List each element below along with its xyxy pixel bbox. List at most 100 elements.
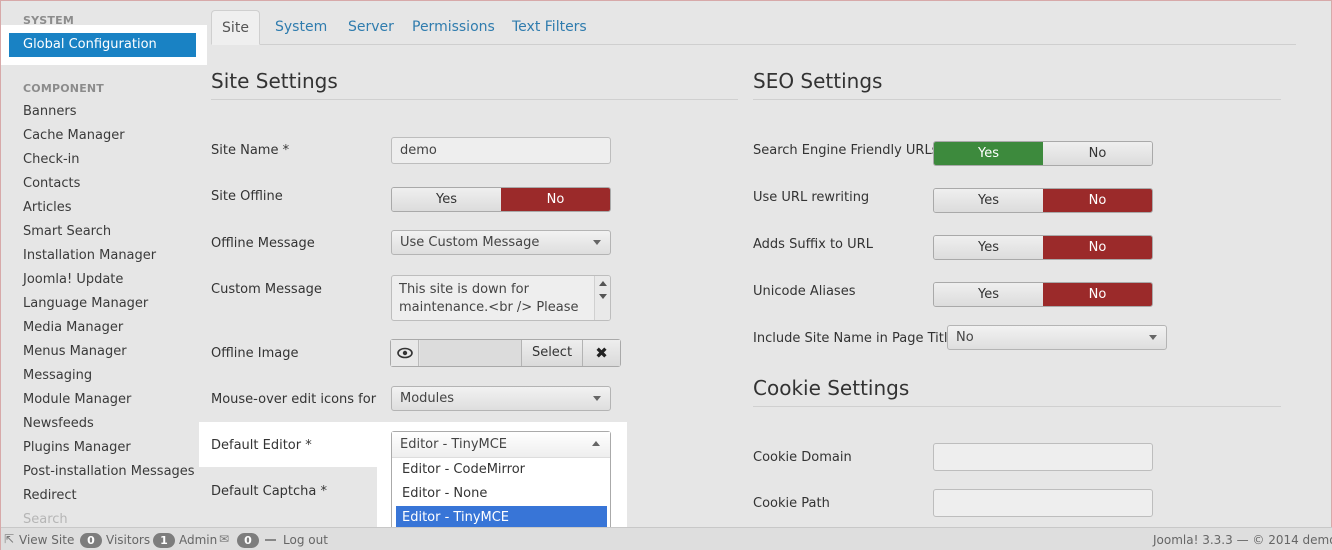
site-name-in-title-label: Include Site Name in Page Titles: [753, 331, 963, 346]
sidebar-item-redirect[interactable]: Redirect: [23, 488, 77, 503]
mouseover-value: Modules: [400, 391, 455, 406]
tab-text-filters[interactable]: Text Filters: [512, 10, 587, 45]
visitors-count-badge: 0: [80, 533, 102, 548]
sidebar-item-banners[interactable]: Banners: [23, 104, 76, 119]
sidebar-item-contacts[interactable]: Contacts: [23, 176, 80, 191]
unicode-aliases-yes[interactable]: Yes: [934, 283, 1043, 306]
offline-image-path: [420, 340, 521, 366]
sidebar-item-menus-manager[interactable]: Menus Manager: [23, 344, 127, 359]
tab-permissions[interactable]: Permissions: [412, 10, 495, 45]
url-rewriting-label: Use URL rewriting: [753, 190, 870, 205]
minus-icon: [265, 539, 276, 541]
sidebar-item-post-installation-messages[interactable]: Post-installation Messages: [23, 464, 195, 479]
sef-urls-toggle[interactable]: Yes No: [933, 141, 1153, 166]
site-offline-toggle[interactable]: Yes No: [391, 187, 611, 212]
unicode-aliases-no[interactable]: No: [1043, 283, 1152, 306]
sef-urls-no[interactable]: No: [1043, 142, 1152, 165]
url-rewriting-toggle[interactable]: Yes No: [933, 188, 1153, 213]
view-site-link[interactable]: View Site: [19, 533, 74, 547]
offline-image-field: Select ✖: [390, 339, 621, 367]
admin-page: SYSTEM Global Configuration COMPONENT Ba…: [0, 0, 1332, 550]
tab-system[interactable]: System: [275, 10, 327, 45]
url-suffix-label: Adds Suffix to URL: [753, 237, 873, 252]
sidebar-item-plugins-manager[interactable]: Plugins Manager: [23, 440, 131, 455]
url-suffix-toggle[interactable]: Yes No: [933, 235, 1153, 260]
sidebar-item-search[interactable]: Search: [23, 512, 68, 527]
url-suffix-yes[interactable]: Yes: [934, 236, 1043, 259]
chevron-up-icon: [592, 441, 600, 446]
sef-urls-label: Search Engine Friendly URLs: [753, 143, 939, 158]
sidebar-item-language-manager[interactable]: Language Manager: [23, 296, 148, 311]
default-captcha-label: Default Captcha *: [211, 484, 328, 499]
cookie-path-label: Cookie Path: [753, 496, 830, 511]
site-name-in-title-value: No: [956, 330, 974, 345]
site-name-label: Site Name *: [211, 143, 290, 158]
messages-count-badge[interactable]: 0: [237, 533, 259, 548]
cookie-settings-title: Cookie Settings: [753, 376, 910, 400]
site-offline-yes[interactable]: Yes: [392, 188, 501, 211]
custom-message-line-1: This site is down for: [399, 282, 529, 297]
sidebar-item-messaging[interactable]: Messaging: [23, 368, 92, 383]
site-name-input[interactable]: demo: [391, 137, 611, 164]
sidebar-item-articles[interactable]: Articles: [23, 200, 71, 215]
tab-site[interactable]: Site: [211, 10, 260, 45]
component-heading: COMPONENT: [23, 82, 105, 95]
offline-image-label: Offline Image: [211, 346, 299, 361]
scroll-up-icon[interactable]: [599, 281, 607, 286]
site-settings-title: Site Settings: [211, 69, 338, 93]
sidebar-item-joomla-update[interactable]: Joomla! Update: [23, 272, 123, 287]
url-rewriting-yes[interactable]: Yes: [934, 189, 1043, 212]
unicode-aliases-label: Unicode Aliases: [753, 284, 856, 299]
editor-option-codemirror[interactable]: Editor - CodeMirror: [396, 458, 607, 482]
unicode-aliases-toggle[interactable]: Yes No: [933, 282, 1153, 307]
clear-image-button[interactable]: ✖: [582, 340, 620, 366]
offline-message-value: Use Custom Message: [400, 235, 540, 250]
admin-label[interactable]: Admin: [179, 533, 217, 547]
sidebar-item-newsfeeds[interactable]: Newsfeeds: [23, 416, 94, 431]
sidebar-item-installation-manager[interactable]: Installation Manager: [23, 248, 156, 263]
scroll-down-icon[interactable]: [599, 294, 607, 299]
envelope-icon: ✉: [219, 532, 230, 546]
seo-settings-rule: [753, 99, 1281, 100]
offline-message-select[interactable]: Use Custom Message: [391, 230, 611, 255]
editor-option-none[interactable]: Editor - None: [396, 482, 607, 506]
visitors-label[interactable]: Visitors: [106, 533, 150, 547]
sidebar-item-media-manager[interactable]: Media Manager: [23, 320, 123, 335]
sidebar-item-module-manager[interactable]: Module Manager: [23, 392, 131, 407]
site-offline-no[interactable]: No: [501, 188, 610, 211]
tab-server[interactable]: Server: [348, 10, 394, 45]
status-bar: ⇱ View Site 0 Visitors 1 Admin ✉ 0 Log o…: [1, 527, 1332, 550]
site-settings-rule: [211, 99, 738, 100]
sidebar-item-check-in[interactable]: Check-in: [23, 152, 80, 167]
default-editor-label: Default Editor *: [211, 438, 312, 453]
url-suffix-no[interactable]: No: [1043, 236, 1152, 259]
close-icon: ✖: [595, 344, 608, 362]
admin-count-badge: 1: [153, 533, 175, 548]
sidebar-item-global-configuration[interactable]: Global Configuration: [9, 33, 196, 57]
cookie-domain-input[interactable]: [933, 443, 1153, 471]
textarea-scrollbar[interactable]: [594, 276, 610, 320]
default-editor-dropdown[interactable]: Editor - TinyMCE Editor - CodeMirror Edi…: [391, 431, 611, 534]
cookie-settings-rule: [753, 406, 1281, 407]
cookie-path-input[interactable]: [933, 489, 1153, 517]
url-rewriting-no[interactable]: No: [1043, 189, 1152, 212]
custom-message-line-2: maintenance.<br /> Please: [399, 300, 579, 315]
offline-message-label: Offline Message: [211, 236, 315, 251]
logout-link[interactable]: Log out: [283, 533, 328, 547]
select-image-button[interactable]: Select: [521, 340, 582, 366]
sidebar-item-smart-search[interactable]: Smart Search: [23, 224, 111, 239]
cookie-domain-label: Cookie Domain: [753, 450, 852, 465]
default-editor-current[interactable]: Editor - TinyMCE: [392, 432, 610, 458]
chevron-down-icon: [593, 240, 601, 245]
site-name-in-title-select[interactable]: No: [947, 325, 1167, 350]
mouseover-label: Mouse-over edit icons for: [211, 392, 377, 407]
sidebar-item-cache-manager[interactable]: Cache Manager: [23, 128, 125, 143]
chevron-down-icon: [593, 396, 601, 401]
preview-eye-icon[interactable]: [391, 340, 419, 366]
custom-message-textarea[interactable]: This site is down for maintenance.<br />…: [391, 275, 611, 321]
external-link-icon: ⇱: [4, 532, 15, 546]
chevron-down-icon: [1149, 335, 1157, 340]
sef-urls-yes[interactable]: Yes: [934, 142, 1043, 165]
mouseover-select[interactable]: Modules: [391, 386, 611, 411]
seo-settings-title: SEO Settings: [753, 69, 883, 93]
